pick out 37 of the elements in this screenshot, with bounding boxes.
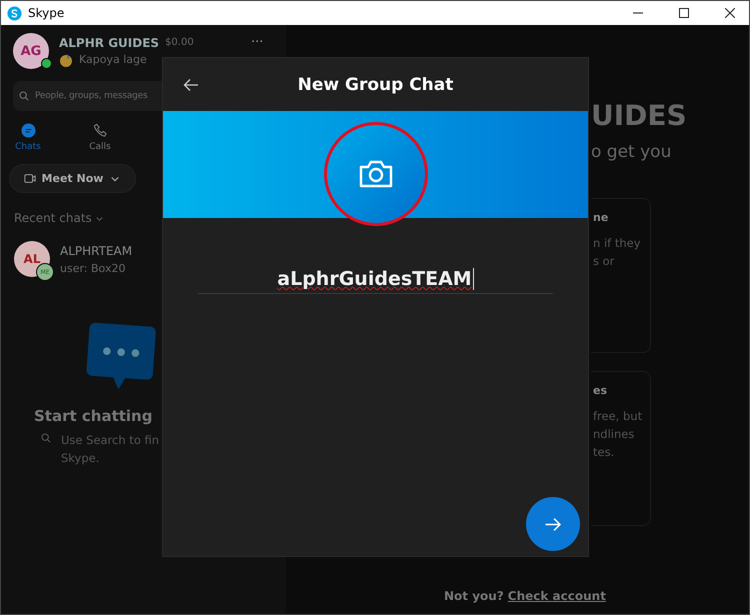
search-icon xyxy=(19,91,29,101)
card-text: n if they s or xyxy=(593,235,642,270)
phone-icon xyxy=(92,123,108,138)
nav-tab[interactable]: Calls xyxy=(85,123,115,152)
mood-icon xyxy=(59,52,73,66)
welcome-subheading: o get you xyxy=(591,142,672,162)
skype-logo-icon xyxy=(7,6,22,20)
card-title: ne xyxy=(593,211,608,224)
search-icon xyxy=(41,433,51,443)
check-account-link[interactable]: Check account xyxy=(508,589,606,603)
avatar[interactable]: AG xyxy=(13,33,49,69)
close-icon[interactable] xyxy=(725,8,735,18)
profile-name: ALPHR GUIDES xyxy=(59,36,160,50)
more-options[interactable]: ... xyxy=(251,31,264,46)
empty-state-text: Use Search to fin Skype. xyxy=(61,432,160,467)
next-button[interactable] xyxy=(526,497,580,551)
card-title: es xyxy=(593,384,608,397)
meet-now-button[interactable]: Meet Now xyxy=(9,164,136,193)
nav-tab[interactable]: Chats xyxy=(13,123,43,152)
arrow-right-icon xyxy=(544,516,562,532)
card-text: free, but ndlines tes. xyxy=(593,408,644,461)
recent-chats-toggle[interactable]: Recent chats xyxy=(14,211,92,225)
chat-name: ALPHRTEAM xyxy=(60,244,132,258)
not-you-text: Not you? xyxy=(444,589,504,603)
credit-balance: $0.00 xyxy=(165,37,194,48)
chat-icon xyxy=(20,123,36,138)
chat-preview: user: Box20 xyxy=(60,262,126,274)
welcome-heading: UIDES xyxy=(591,99,687,132)
window-title: Skype xyxy=(28,6,64,20)
back-arrow-icon[interactable] xyxy=(183,78,199,92)
empty-state-title: Start chatting xyxy=(34,407,152,425)
maximize-icon[interactable] xyxy=(679,8,689,18)
video-camera-icon xyxy=(24,173,36,184)
dialog-title: New Group Chat xyxy=(298,74,454,94)
camera-icon xyxy=(358,158,394,188)
group-name-field[interactable]: aLphrGuidesTEAM xyxy=(198,268,553,294)
mood-message: Kapoya lage xyxy=(79,53,147,66)
